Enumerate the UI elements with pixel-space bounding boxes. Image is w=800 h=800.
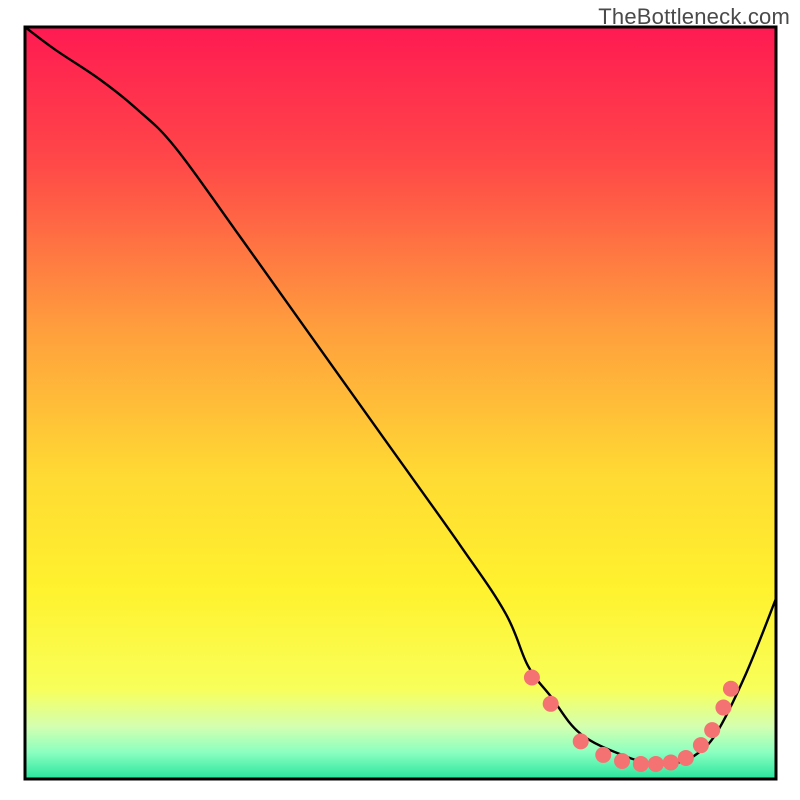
curve-marker: [543, 696, 559, 712]
chart-svg: [0, 0, 800, 800]
curve-marker: [633, 756, 649, 772]
curve-marker: [595, 747, 611, 763]
curve-marker: [715, 700, 731, 716]
curve-marker: [704, 722, 720, 738]
curve-marker: [614, 753, 630, 769]
curve-marker: [693, 737, 709, 753]
curve-marker: [573, 733, 589, 749]
curve-marker: [524, 669, 540, 685]
curve-marker: [663, 754, 679, 770]
curve-marker: [678, 750, 694, 766]
watermark-text: TheBottleneck.com: [598, 4, 790, 30]
curve-marker: [723, 681, 739, 697]
chart-container: TheBottleneck.com: [0, 0, 800, 800]
curve-marker: [648, 756, 664, 772]
heatmap-background: [25, 27, 776, 779]
